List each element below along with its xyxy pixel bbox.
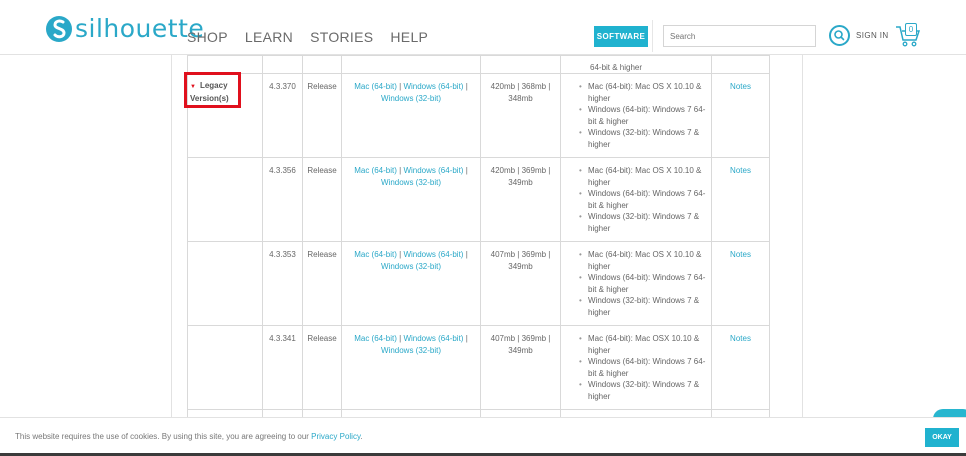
search-input[interactable] xyxy=(663,25,816,47)
requirement-item: Windows (64-bit): Windows 7 64-bit & hig… xyxy=(565,188,707,211)
windows-32-download-link[interactable]: Windows (32-bit) xyxy=(381,346,441,355)
windows-32-download-link[interactable]: Windows (32-bit) xyxy=(381,262,441,271)
download-links-cell: Mac (64-bit) | Windows (64-bit) | Windows… xyxy=(341,73,481,158)
nav-shop[interactable]: SHOP xyxy=(187,29,228,45)
requirement-item: Mac (64-bit): Mac OS X 10.10 & higher xyxy=(565,249,707,272)
privacy-policy-link[interactable]: Privacy Policy xyxy=(311,432,360,441)
main-nav: SHOP LEARN STORIES HELP xyxy=(187,29,445,45)
version-cell: 4.3.356 xyxy=(262,157,303,242)
file-size-cell: 407mb | 369mb | 349mb xyxy=(480,325,561,410)
requirements-cell: Mac (64-bit): Mac OSX 10.10 & higherWind… xyxy=(560,325,712,410)
requirement-item: Windows (32-bit): Windows 7 & higher xyxy=(565,295,707,318)
windows-64-download-link[interactable]: Windows (64-bit) xyxy=(403,250,463,259)
download-links-cell: Mac (64-bit) | Windows (64-bit) | Windows… xyxy=(341,241,481,326)
table-row: 4.3.356 Release Mac (64-bit) | Windows (… xyxy=(187,157,770,242)
okay-button[interactable]: OKAY xyxy=(925,428,959,447)
software-button[interactable]: SOFTWARE xyxy=(594,26,648,47)
notes-cell: Notes xyxy=(711,157,770,242)
release-notes-link[interactable]: Notes xyxy=(730,334,751,343)
mac-64-download-link[interactable]: Mac (64-bit) xyxy=(354,166,397,175)
version-cell: 4.3.341 xyxy=(262,325,303,410)
nav-learn[interactable]: LEARN xyxy=(245,29,293,45)
requirements-cell: Mac (64-bit): Mac OS X 10.10 & higherWin… xyxy=(560,73,712,158)
header-divider xyxy=(652,20,653,52)
mac-64-download-link[interactable]: Mac (64-bit) xyxy=(354,250,397,259)
requirement-item: Windows (32-bit): Windows 7 & higher xyxy=(565,379,707,402)
table-row: 4.3.370 Release Mac (64-bit) | Windows (… xyxy=(187,73,770,158)
table-row: 4.3.353 Release Mac (64-bit) | Windows (… xyxy=(187,241,770,326)
windows-32-download-link[interactable]: Windows (32-bit) xyxy=(381,94,441,103)
notes-cell: Notes xyxy=(711,73,770,158)
download-links-cell: Mac (64-bit) | Windows (64-bit) | Windows… xyxy=(341,325,481,410)
file-size-cell: 407mb | 369mb | 349mb xyxy=(480,241,561,326)
content-frame-right xyxy=(802,55,803,417)
file-size-cell: 420mb | 369mb | 349mb xyxy=(480,157,561,242)
release-notes-link[interactable]: Notes xyxy=(730,82,751,91)
windows-64-download-link[interactable]: Windows (64-bit) xyxy=(403,166,463,175)
highlight-box xyxy=(184,72,241,108)
requirements-cell: Mac (64-bit): Mac OS X 10.10 & higherWin… xyxy=(560,157,712,242)
mac-64-download-link[interactable]: Mac (64-bit) xyxy=(354,82,397,91)
file-size-cell: 420mb | 368mb | 348mb xyxy=(480,73,561,158)
silhouette-logo[interactable]: silhouette xyxy=(46,14,204,43)
windows-64-download-link[interactable]: Windows (64-bit) xyxy=(403,334,463,343)
windows-32-download-link[interactable]: Windows (32-bit) xyxy=(381,178,441,187)
requirement-item: Windows (64-bit): Windows 7 64-bit & hig… xyxy=(565,356,707,379)
logo-text: silhouette xyxy=(75,14,205,43)
table-row: 64-bit & higher xyxy=(187,55,770,74)
content-frame-left xyxy=(171,55,172,417)
search-icon[interactable] xyxy=(829,25,850,46)
requirement-item: Mac (64-bit): Mac OSX 10.10 & higher xyxy=(565,333,707,356)
cookie-message: This website requires the use of cookies… xyxy=(15,432,363,441)
release-type-cell: Release xyxy=(302,157,342,242)
release-type-cell: Release xyxy=(302,241,342,326)
nav-stories[interactable]: STORIES xyxy=(310,29,373,45)
notes-cell: Notes xyxy=(711,325,770,410)
nav-help[interactable]: HELP xyxy=(390,29,428,45)
release-type-cell: Release xyxy=(302,325,342,410)
cart-button[interactable]: 0 xyxy=(895,22,921,53)
notes-cell: Notes xyxy=(711,241,770,326)
download-links-cell: Mac (64-bit) | Windows (64-bit) | Windows… xyxy=(341,157,481,242)
requirement-item: Windows (32-bit): Windows 7 & higher xyxy=(565,127,707,150)
release-notes-link[interactable]: Notes xyxy=(730,250,751,259)
release-type-cell: Release xyxy=(302,73,342,158)
requirement-item: Windows (64-bit): Windows 7 64-bit & hig… xyxy=(565,104,707,127)
requirements-cell: Mac (64-bit): Mac OS X 10.10 & higherWin… xyxy=(560,241,712,326)
mac-64-download-link[interactable]: Mac (64-bit) xyxy=(354,334,397,343)
legacy-versions-table: 64-bit & higher 4.3.370 Release Mac (64-… xyxy=(187,55,770,422)
logo-mark-icon xyxy=(46,15,72,42)
version-cell: 4.3.353 xyxy=(262,241,303,326)
requirement-item: Mac (64-bit): Mac OS X 10.10 & higher xyxy=(565,165,707,188)
table-row: 4.3.341 Release Mac (64-bit) | Windows (… xyxy=(187,325,770,410)
requirement-item: Mac (64-bit): Mac OS X 10.10 & higher xyxy=(565,81,707,104)
release-notes-link[interactable]: Notes xyxy=(730,166,751,175)
windows-64-download-link[interactable]: Windows (64-bit) xyxy=(403,82,463,91)
site-header: silhouette SHOP LEARN STORIES HELP SOFTW… xyxy=(0,0,966,55)
requirements-cell: 64-bit & higher xyxy=(560,55,712,74)
requirement-item: Windows (32-bit): Windows 7 & higher xyxy=(565,211,707,234)
requirement-item: Windows (64-bit): Windows 7 64-bit & hig… xyxy=(565,272,707,295)
version-cell: 4.3.370 xyxy=(262,73,303,158)
cookie-banner: This website requires the use of cookies… xyxy=(0,417,966,456)
cart-count-badge: 0 xyxy=(905,23,917,36)
sign-in-link[interactable]: SIGN IN xyxy=(856,31,889,40)
